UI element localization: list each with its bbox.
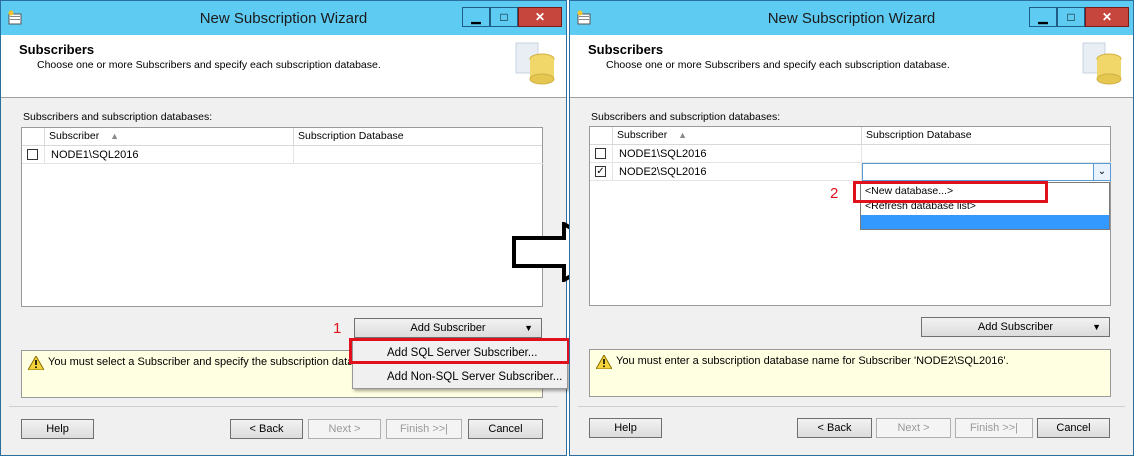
title-bar: New Subscription Wizard ▁ □ ✕ xyxy=(1,1,566,35)
column-header-database[interactable]: Subscription Database xyxy=(293,128,543,145)
step-number-1: 1 xyxy=(333,320,342,337)
page-title: Subscribers xyxy=(588,42,664,57)
grid-header-check xyxy=(590,127,612,144)
sort-ascending-icon: ▲ xyxy=(110,131,120,141)
subscriber-cell: NODE1\SQL2016 xyxy=(612,145,861,163)
section-label: Subscribers and subscription databases: xyxy=(23,111,213,123)
grid-header-check xyxy=(22,128,44,145)
database-cell[interactable] xyxy=(861,145,1111,163)
table-row[interactable]: ✓ NODE2\SQL2016 ⌄ xyxy=(590,163,1111,181)
finish-button[interactable]: Finish >>| xyxy=(955,418,1033,438)
maximize-button[interactable]: □ xyxy=(490,7,518,27)
back-button[interactable]: < Back xyxy=(797,418,872,438)
help-button[interactable]: Help xyxy=(589,418,662,438)
minimize-button[interactable]: ▁ xyxy=(1029,7,1057,27)
minimize-button[interactable]: ▁ xyxy=(462,7,490,27)
highlight-box-2 xyxy=(853,181,1048,203)
highlight-box-1 xyxy=(349,338,570,364)
status-message-box: You must enter a subscription database n… xyxy=(589,349,1111,397)
database-graphic-icon xyxy=(1082,42,1122,85)
cancel-button[interactable]: Cancel xyxy=(1037,418,1110,438)
next-button[interactable]: Next > xyxy=(876,418,951,438)
column-header-database[interactable]: Subscription Database xyxy=(861,127,1111,144)
status-message: You must select a Subscriber and specify… xyxy=(48,356,378,368)
subscriber-cell: NODE1\SQL2016 xyxy=(44,146,293,164)
combobox-dropdown-button[interactable]: ⌄ xyxy=(1093,164,1110,180)
dropdown-arrow-icon: ▼ xyxy=(524,323,533,333)
add-subscriber-label: Add Subscriber xyxy=(410,322,486,334)
wizard-header: Subscribers Choose one or more Subscribe… xyxy=(570,35,1133,98)
warning-icon xyxy=(28,356,44,370)
maximize-button[interactable]: □ xyxy=(1057,7,1085,27)
close-button[interactable]: ✕ xyxy=(1085,7,1129,27)
add-subscriber-button[interactable]: Add Subscriber ▼ xyxy=(921,317,1110,337)
status-message: You must enter a subscription database n… xyxy=(616,355,1009,367)
close-button[interactable]: ✕ xyxy=(518,7,562,27)
menu-item-add-non-sql-server-subscriber[interactable]: Add Non-SQL Server Subscriber... xyxy=(353,365,567,389)
page-title: Subscribers xyxy=(19,42,95,57)
help-button[interactable]: Help xyxy=(21,419,94,439)
column-header-label: Subscriber xyxy=(617,129,668,141)
row-checkbox-checked[interactable]: ✓ xyxy=(595,166,606,177)
dropdown-arrow-icon: ▼ xyxy=(1092,322,1101,332)
subscribers-grid: Subscriber ▲ Subscription Database NODE1… xyxy=(21,127,543,307)
footer-divider xyxy=(9,406,558,407)
wizard-window-right: New Subscription Wizard ▁ □ ✕ Subscriber… xyxy=(569,0,1134,456)
cancel-button[interactable]: Cancel xyxy=(468,419,543,439)
grid-header: Subscriber ▲ Subscription Database xyxy=(590,127,1110,145)
table-row[interactable]: NODE1\SQL2016 xyxy=(22,146,543,164)
database-graphic-icon xyxy=(515,42,555,85)
table-row[interactable]: NODE1\SQL2016 xyxy=(590,145,1111,163)
add-subscriber-label: Add Subscriber xyxy=(977,321,1054,333)
grid-header: Subscriber ▲ Subscription Database xyxy=(22,128,542,146)
footer-divider xyxy=(578,406,1125,407)
subscriber-cell: NODE2\SQL2016 xyxy=(612,163,861,181)
sort-ascending-icon: ▲ xyxy=(678,130,688,140)
row-check-cell xyxy=(590,145,612,163)
database-combobox[interactable]: ⌄ xyxy=(862,163,1111,181)
step-number-2: 2 xyxy=(830,185,839,202)
column-header-subscriber[interactable]: Subscriber ▲ xyxy=(612,127,861,144)
column-header-label: Subscriber xyxy=(49,130,100,142)
warning-icon xyxy=(596,355,612,369)
title-bar: New Subscription Wizard ▁ □ ✕ xyxy=(570,1,1133,35)
finish-button[interactable]: Finish >>| xyxy=(386,419,462,439)
database-cell[interactable]: ⌄ xyxy=(861,163,1111,181)
page-description: Choose one or more Subscribers and speci… xyxy=(606,59,950,71)
column-header-subscriber[interactable]: Subscriber ▲ xyxy=(44,128,293,145)
back-button[interactable]: < Back xyxy=(230,419,303,439)
row-checkbox[interactable] xyxy=(595,148,606,159)
add-subscriber-button[interactable]: Add Subscriber ▼ xyxy=(354,318,542,338)
section-label: Subscribers and subscription databases: xyxy=(591,111,781,123)
row-check-cell: ✓ xyxy=(590,163,612,181)
row-check-cell xyxy=(22,146,44,164)
row-checkbox[interactable] xyxy=(27,149,38,160)
wizard-header: Subscribers Choose one or more Subscribe… xyxy=(1,35,566,98)
dropdown-selected-row[interactable] xyxy=(861,215,1109,229)
page-description: Choose one or more Subscribers and speci… xyxy=(37,59,381,71)
database-cell[interactable] xyxy=(293,146,543,164)
subscribers-grid: Subscriber ▲ Subscription Database NODE1… xyxy=(589,126,1111,306)
next-button[interactable]: Next > xyxy=(308,419,381,439)
